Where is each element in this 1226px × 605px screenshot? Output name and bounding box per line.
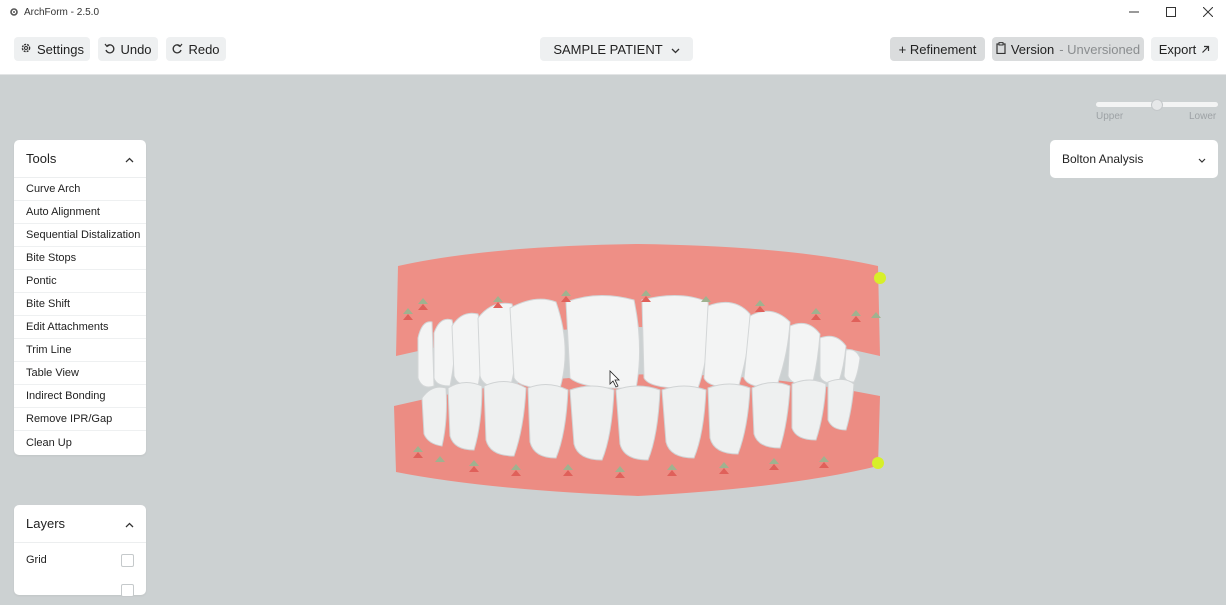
- version-status: - Unversioned: [1059, 41, 1141, 57]
- undo-button[interactable]: Undo: [98, 37, 158, 61]
- tool-edit-attachments[interactable]: Edit Attachments: [14, 316, 146, 339]
- tools-panel: Tools Curve Arch Auto Alignment Sequenti…: [14, 140, 146, 455]
- tooth: [787, 322, 821, 387]
- layers-panel-title: Layers: [26, 516, 66, 531]
- version-label: Version: [1010, 41, 1055, 57]
- close-icon[interactable]: [1189, 0, 1226, 24]
- tooth: [743, 310, 791, 389]
- layers-panel: Layers Grid: [14, 505, 146, 597]
- version-button[interactable]: Version - Unversioned: [992, 37, 1144, 61]
- tooth: [433, 318, 456, 387]
- bolton-analysis-dropdown[interactable]: Bolton Analysis: [1050, 140, 1218, 178]
- tooth: [509, 298, 566, 389]
- maximize-icon[interactable]: [1152, 0, 1189, 24]
- tooth: [819, 335, 847, 385]
- layer-checkbox[interactable]: [121, 553, 134, 567]
- tool-curve-arch[interactable]: Curve Arch: [14, 178, 146, 201]
- tool-trim-line[interactable]: Trim Line: [14, 339, 146, 362]
- tooth: [421, 386, 447, 447]
- layer-label: [26, 584, 29, 596]
- minimize-icon[interactable]: [1115, 0, 1152, 24]
- layers-panel-header[interactable]: Layers: [14, 505, 146, 543]
- arrow-up-right-icon: [1201, 42, 1210, 57]
- tooth: [565, 294, 641, 389]
- tool-indirect-bonding[interactable]: Indirect Bonding: [14, 385, 146, 408]
- tool-table-view[interactable]: Table View: [14, 362, 146, 385]
- layer-row-grid[interactable]: Grid: [14, 545, 146, 575]
- tooth: [641, 294, 710, 389]
- undo-label: Undo: [120, 41, 152, 57]
- layer-row[interactable]: [14, 575, 146, 605]
- tooth: [417, 321, 435, 388]
- tooth: [447, 382, 483, 451]
- export-label: Export: [1158, 41, 1197, 57]
- layer-label: Grid: [26, 554, 47, 566]
- main-toolbar: Settings Undo Redo SAMPLE PATIENT + Refi…: [0, 24, 1226, 75]
- tool-auto-alignment[interactable]: Auto Alignment: [14, 201, 146, 224]
- tooth: [451, 312, 483, 387]
- chevron-up-icon[interactable]: [125, 151, 134, 166]
- tool-pontic[interactable]: Pontic: [14, 270, 146, 293]
- patient-name: SAMPLE PATIENT: [553, 41, 663, 57]
- layer-checkbox[interactable]: [121, 583, 134, 597]
- tool-bite-stops[interactable]: Bite Stops: [14, 247, 146, 270]
- tools-panel-header[interactable]: Tools: [14, 140, 146, 178]
- chevron-down-icon: [671, 42, 680, 57]
- gear-icon: [9, 7, 19, 17]
- refinement-button[interactable]: + Refinement: [890, 37, 985, 61]
- refinement-label: + Refinement: [898, 41, 977, 57]
- tool-sequential-distalization[interactable]: Sequential Distalization: [14, 224, 146, 247]
- clipboard-icon: [996, 41, 1006, 57]
- settings-label: Settings: [37, 41, 84, 57]
- redo-icon: [172, 42, 183, 57]
- arch-handle: [874, 272, 886, 284]
- chevron-up-icon[interactable]: [125, 516, 134, 531]
- tool-remove-ipr-gap[interactable]: Remove IPR/Gap: [14, 408, 146, 431]
- chevron-down-icon: [1198, 152, 1206, 166]
- dental-model-viewport[interactable]: [388, 238, 888, 503]
- export-button[interactable]: Export: [1151, 37, 1218, 61]
- arch-handle: [872, 457, 884, 469]
- redo-button[interactable]: Redo: [166, 37, 226, 61]
- tool-bite-shift[interactable]: Bite Shift: [14, 293, 146, 316]
- window-title: ArchForm - 2.5.0: [24, 6, 100, 18]
- settings-button[interactable]: Settings: [14, 37, 90, 61]
- gear-icon: [20, 42, 32, 57]
- bolton-analysis-label: Bolton Analysis: [1062, 152, 1144, 166]
- window-controls: [1115, 0, 1226, 24]
- tooth: [843, 349, 861, 383]
- undo-icon: [104, 42, 115, 57]
- tooth: [703, 301, 751, 389]
- slider-lower-label: Lower: [1189, 111, 1217, 122]
- patient-selector[interactable]: SAMPLE PATIENT: [540, 37, 693, 61]
- arch-slider-thumb[interactable]: [1151, 99, 1163, 111]
- tool-clean-up[interactable]: Clean Up: [14, 431, 146, 454]
- slider-upper-label: Upper: [1096, 111, 1124, 122]
- redo-label: Redo: [188, 41, 220, 57]
- window-titlebar: ArchForm - 2.5.0: [0, 0, 1226, 24]
- tools-panel-title: Tools: [26, 151, 57, 166]
